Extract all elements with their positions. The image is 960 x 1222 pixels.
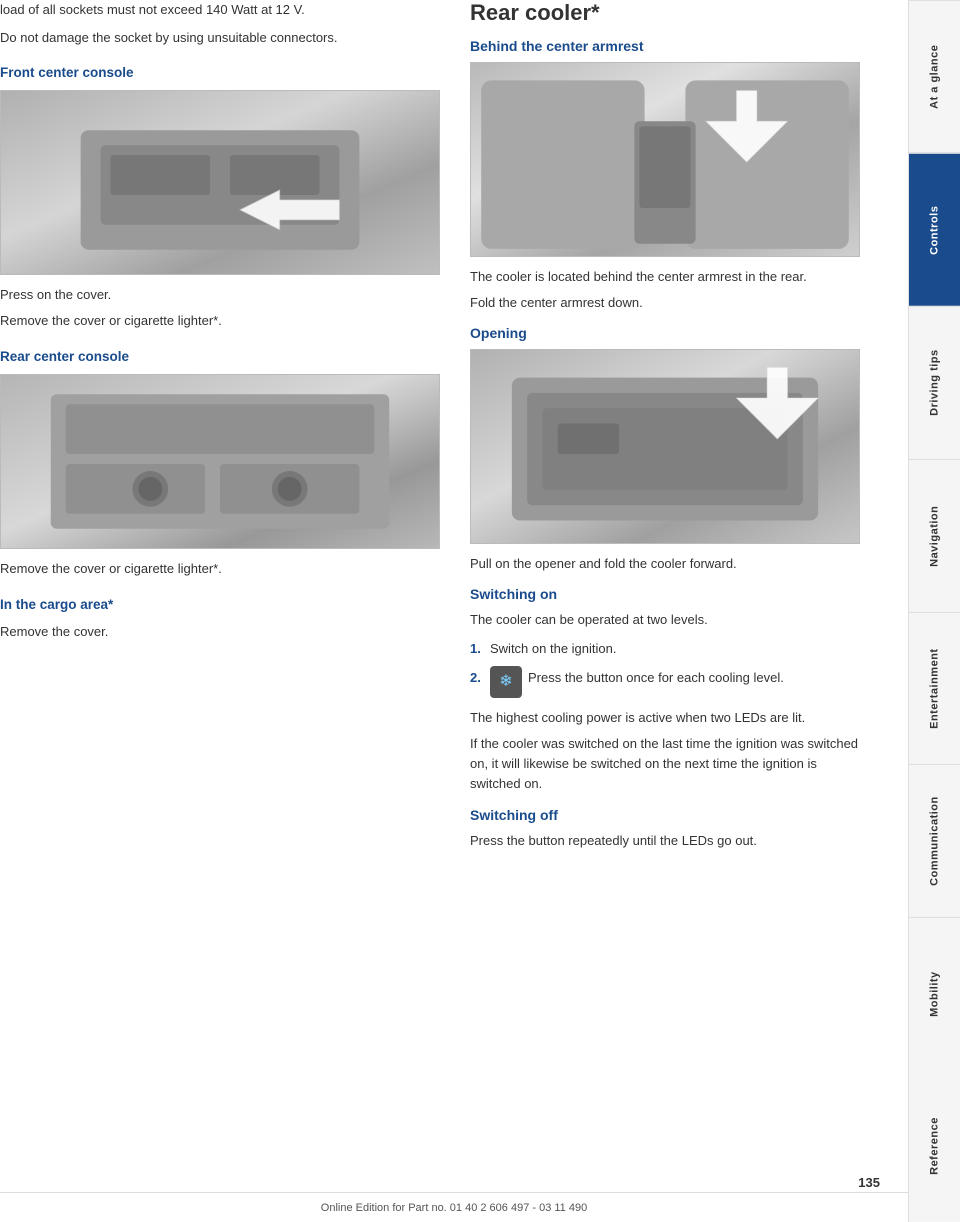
behind-armrest-heading: Behind the center armrest: [470, 38, 860, 54]
step-2-text: Press the button once for each cooling l…: [528, 668, 784, 688]
step-2-num: 2.: [470, 668, 490, 688]
switching-on-note1: The highest cooling power is active when…: [470, 708, 860, 728]
armrest-image: [470, 62, 860, 257]
cooler-button-icon: [490, 666, 522, 698]
sidebar-item-communication[interactable]: Communication: [909, 764, 960, 917]
footer-text: Online Edition for Part no. 01 40 2 606 …: [321, 1202, 587, 1214]
step-1-text: Switch on the ignition.: [490, 639, 616, 659]
sidebar-item-controls[interactable]: Controls: [909, 153, 960, 306]
front-console-text-2: Remove the cover or cigarette lighter*.: [0, 311, 440, 331]
rear-console-image: [0, 374, 440, 549]
step-2: 2. Press the button once for each coolin…: [470, 668, 860, 698]
sidebar-item-at-a-glance[interactable]: At a glance: [909, 0, 960, 153]
intro-text-1: load of all sockets must not exceed 140 …: [0, 0, 440, 20]
right-column: Rear cooler* Behind the center armrest: [460, 0, 860, 1222]
sidebar-item-navigation[interactable]: Navigation: [909, 459, 960, 612]
armrest-desc-1: The cooler is located behind the center …: [470, 267, 860, 287]
cargo-area-heading: In the cargo area*: [0, 597, 440, 612]
intro-text-2: Do not damage the socket by using unsuit…: [0, 28, 440, 48]
armrest-desc-2: Fold the center armrest down.: [470, 293, 860, 313]
step-1: 1. Switch on the ignition.: [470, 639, 860, 659]
opening-image: [470, 349, 860, 544]
rear-console-heading: Rear center console: [0, 349, 440, 364]
switching-on-heading: Switching on: [470, 586, 860, 602]
page-number: 135: [858, 1175, 880, 1190]
sidebar: At a glance Controls Driving tips Naviga…: [908, 0, 960, 1222]
rear-console-text-1: Remove the cover or cigarette lighter*.: [0, 559, 440, 579]
front-console-heading: Front center console: [0, 65, 440, 80]
opening-desc-1: Pull on the opener and fold the cooler f…: [470, 554, 860, 574]
left-column: load of all sockets must not exceed 140 …: [0, 0, 460, 1222]
opening-heading: Opening: [470, 325, 860, 341]
footer: Online Edition for Part no. 01 40 2 606 …: [0, 1192, 908, 1222]
sidebar-item-entertainment[interactable]: Entertainment: [909, 612, 960, 765]
sidebar-item-driving-tips[interactable]: Driving tips: [909, 306, 960, 459]
switching-off-text: Press the button repeatedly until the LE…: [470, 831, 860, 851]
switching-off-heading: Switching off: [470, 807, 860, 823]
switching-on-note2: If the cooler was switched on the last t…: [470, 734, 860, 794]
step-1-num: 1.: [470, 639, 490, 659]
front-console-text-1: Press on the cover.: [0, 285, 440, 305]
sidebar-item-reference[interactable]: Reference: [909, 1070, 960, 1222]
sidebar-item-mobility[interactable]: Mobility: [909, 917, 960, 1070]
switching-on-steps: 1. Switch on the ignition. 2. Press the …: [470, 639, 860, 699]
cargo-area-text-1: Remove the cover.: [0, 622, 440, 642]
front-console-image: [0, 90, 440, 275]
page-title: Rear cooler*: [470, 0, 860, 26]
switching-on-intro: The cooler can be operated at two levels…: [470, 610, 860, 630]
